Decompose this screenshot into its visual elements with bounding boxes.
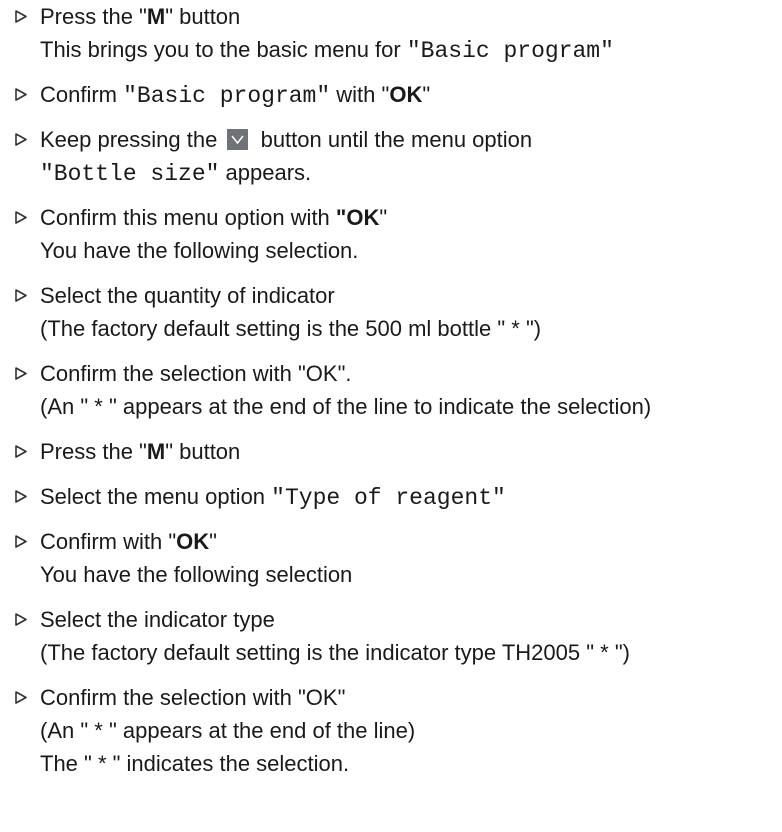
- step-8: Select the menu option "Type of reagent": [0, 480, 782, 513]
- bullet-arrow-icon: [13, 435, 29, 468]
- step-text: Confirm the selection with "OK".: [40, 361, 352, 386]
- button-name-ok: OK: [389, 82, 423, 107]
- step-description: You have the following selection.: [40, 238, 359, 263]
- bullet-arrow-icon: [13, 201, 29, 234]
- step-text: Confirm the selection with "OK": [40, 685, 346, 710]
- step-text: Confirm: [40, 82, 124, 107]
- step-text: " button: [165, 4, 241, 29]
- step-text: Select the quantity of indicator: [40, 283, 335, 308]
- bullet-arrow-icon: [13, 480, 29, 513]
- bullet-arrow-icon: [13, 603, 29, 636]
- step-11: Confirm the selection with "OK" (An " * …: [0, 681, 782, 780]
- step-4: Confirm this menu option with "OK" You h…: [0, 201, 782, 267]
- bullet-arrow-icon: [13, 279, 29, 312]
- bullet-arrow-icon: [13, 0, 29, 33]
- bullet-arrow-icon: [13, 525, 29, 558]
- step-text: Select the indicator type: [40, 607, 275, 632]
- step-text: Press the ": [40, 4, 147, 29]
- step-description: (An " * " appears at the end of the line…: [40, 394, 652, 419]
- step-1: Press the "M" button This brings you to …: [0, 0, 782, 66]
- step-text: " button: [165, 439, 241, 464]
- menu-name-basic-program: "Basic program": [406, 38, 614, 64]
- step-text: ": [422, 82, 431, 107]
- bullet-arrow-icon: [13, 123, 29, 156]
- step-description: (An " * " appears at the end of the line…: [40, 718, 416, 743]
- button-name-m: M: [146, 4, 166, 29]
- step-text: ": [379, 205, 388, 230]
- chevron-down-icon: [227, 129, 249, 150]
- bullet-arrow-icon: [13, 357, 29, 390]
- step-text: button until the menu option: [254, 127, 533, 152]
- menu-name-basic-program: "Basic program": [123, 83, 331, 109]
- bullet-arrow-icon: [13, 78, 29, 111]
- step-text: Select the menu option: [40, 484, 272, 509]
- step-text: Confirm this menu option with: [40, 205, 336, 230]
- step-text: Press the ": [40, 439, 147, 464]
- step-description: The " * " indicates the selection.: [40, 751, 350, 776]
- button-name-m: M: [146, 439, 166, 464]
- step-text: Confirm with ": [40, 529, 177, 554]
- step-description: This brings you to the basic menu for: [40, 37, 407, 62]
- step-9: Confirm with "OK" You have the following…: [0, 525, 782, 591]
- menu-name-type-of-reagent: "Type of reagent": [271, 485, 506, 511]
- button-name-ok: OK: [176, 529, 210, 554]
- step-description: You have the following selection: [40, 562, 353, 587]
- step-text: with ": [330, 82, 390, 107]
- step-text: Keep pressing the: [40, 127, 224, 152]
- step-2: Confirm "Basic program" with "OK": [0, 78, 782, 111]
- step-description: (The factory default setting is the 500 …: [40, 316, 542, 341]
- step-10: Select the indicator type (The factory d…: [0, 603, 782, 669]
- step-text: ": [209, 529, 217, 554]
- step-text: appears.: [219, 160, 312, 185]
- step-7: Press the "M" button: [0, 435, 782, 468]
- button-name-ok: "OK: [335, 205, 380, 230]
- step-5: Select the quantity of indicator (The fa…: [0, 279, 782, 345]
- step-description: (The factory default setting is the indi…: [40, 640, 630, 665]
- step-6: Confirm the selection with "OK". (An " *…: [0, 357, 782, 423]
- step-3: Keep pressing the button until the menu …: [0, 123, 782, 189]
- menu-name-bottle-size: "Bottle size": [40, 161, 220, 187]
- bullet-arrow-icon: [13, 681, 29, 714]
